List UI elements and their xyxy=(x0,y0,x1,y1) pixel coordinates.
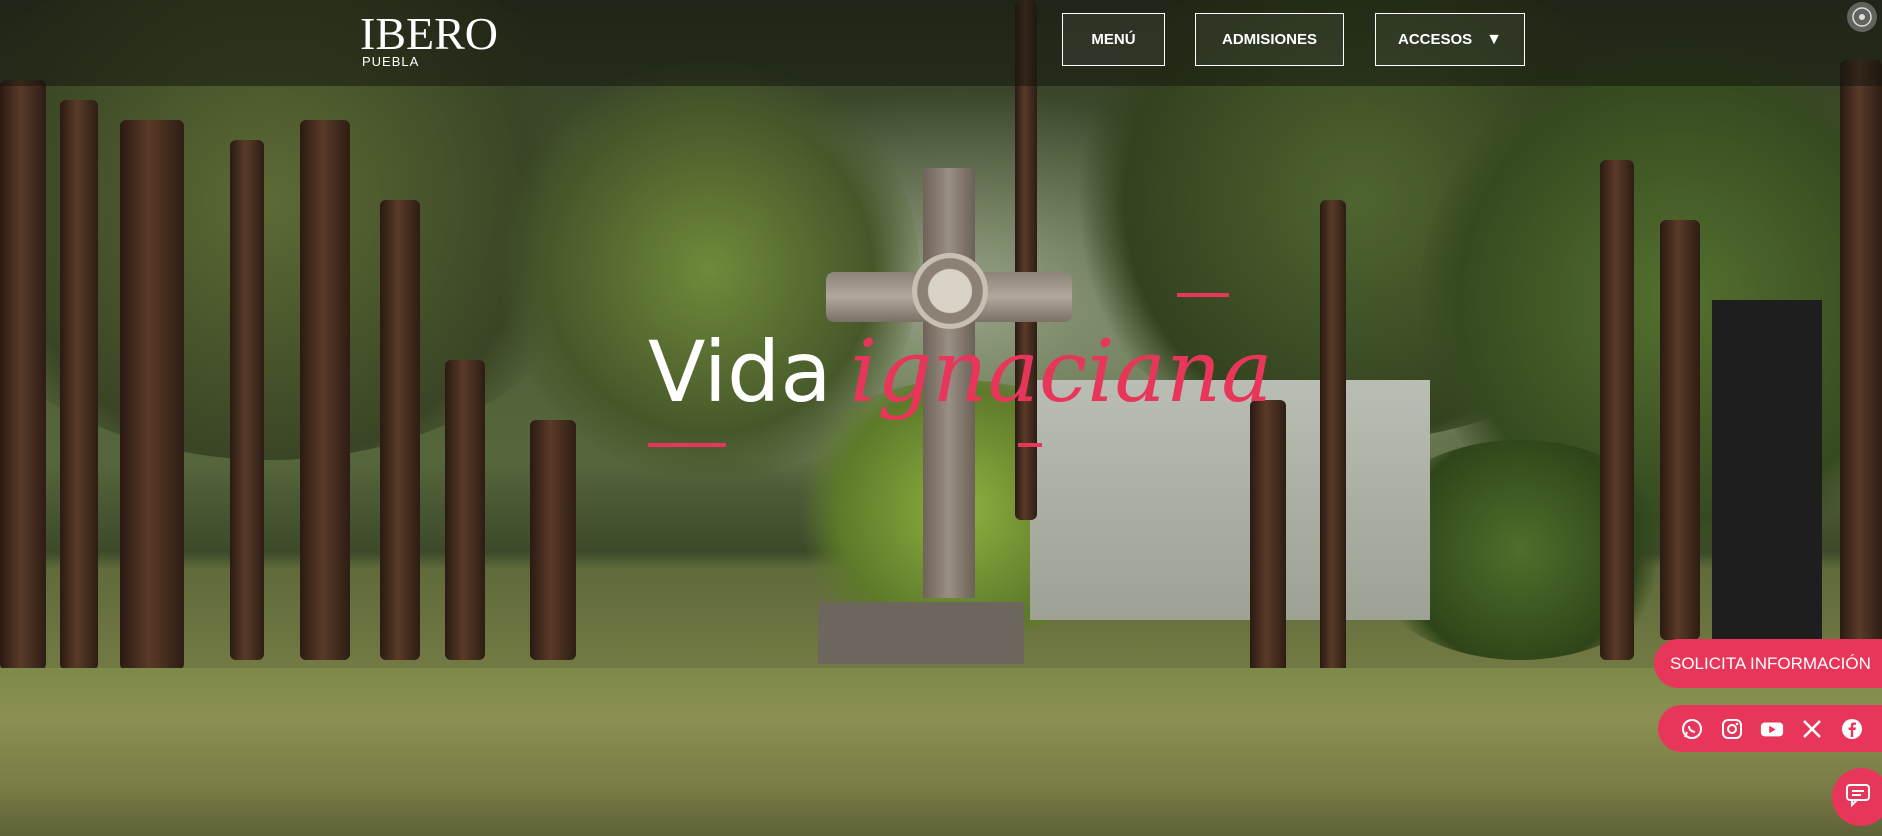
hero-title: Vida ignaciana xyxy=(648,322,1273,447)
menu-button-label: MENÚ xyxy=(1091,31,1136,48)
x-icon[interactable] xyxy=(1800,717,1824,741)
facebook-icon[interactable] xyxy=(1840,717,1864,741)
hero-title-word-ignaciana: ignaciana xyxy=(849,322,1273,422)
admisiones-button-label: ADMISIONES xyxy=(1221,31,1317,48)
youtube-icon[interactable] xyxy=(1760,717,1784,741)
solicita-informacion-label: SOLICITA INFORMACIÓN xyxy=(1670,653,1871,673)
chat-button[interactable] xyxy=(1832,768,1882,826)
title-underline-bar xyxy=(648,443,726,447)
logo-wordmark: IBERO xyxy=(360,8,498,59)
accesos-dropdown-button[interactable]: ACCESOS ▼ xyxy=(1375,13,1525,66)
social-links-bar xyxy=(1658,705,1882,752)
instagram-icon[interactable] xyxy=(1720,717,1744,741)
accesos-button-label: ACCESOS xyxy=(1397,31,1473,48)
title-underline-dash xyxy=(1018,443,1042,447)
menu-button[interactable]: MENÚ xyxy=(1062,13,1165,66)
title-accent-bar xyxy=(1177,293,1229,297)
admisiones-button[interactable]: ADMISIONES xyxy=(1195,13,1344,66)
caret-down-icon: ▼ xyxy=(1486,30,1503,48)
hero-title-word-vida: Vida xyxy=(648,323,832,421)
chat-icon xyxy=(1845,782,1871,813)
accessibility-icon[interactable] xyxy=(1847,2,1877,32)
ibero-puebla-logo[interactable]: IBERO PUEBLA xyxy=(360,8,498,70)
top-navigation-bar: IBERO PUEBLA MENÚ ADMISIONES ACCESOS ▼ xyxy=(0,0,1882,86)
solicita-informacion-button[interactable]: SOLICITA INFORMACIÓN xyxy=(1654,639,1882,688)
whatsapp-icon[interactable] xyxy=(1680,717,1704,741)
